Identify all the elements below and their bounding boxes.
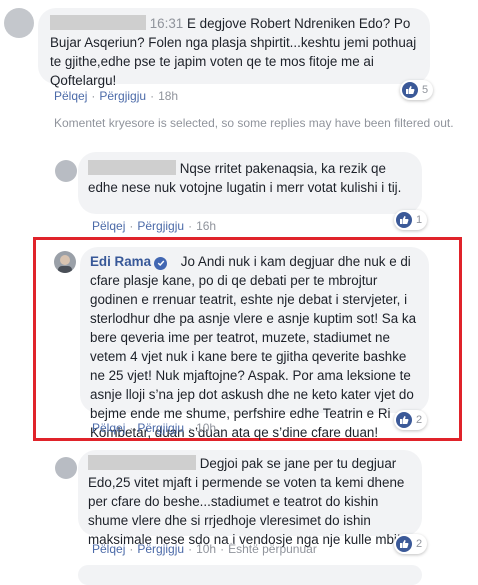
comment-actions: Pëlqej · Përgjigju · 18h bbox=[54, 89, 179, 103]
verified-badge-icon bbox=[154, 256, 168, 270]
redacted-author-name bbox=[50, 15, 146, 30]
reply-link[interactable]: Përgjigju bbox=[137, 542, 184, 556]
reaction-number: 5 bbox=[422, 84, 429, 96]
reply-age: 10h bbox=[196, 421, 217, 435]
face-silhouette-icon bbox=[58, 255, 72, 273]
thumbs-up-icon bbox=[396, 536, 412, 552]
author-name[interactable]: Edi Rama bbox=[90, 254, 151, 269]
author-avatar[interactable] bbox=[54, 251, 76, 273]
reply-actions: Pëlqej · Përgjigju · 16h bbox=[92, 219, 217, 233]
thumbs-up-icon bbox=[402, 82, 418, 98]
reply-link[interactable]: Përgjigju bbox=[137, 219, 184, 233]
reaction-count[interactable]: 1 bbox=[394, 210, 428, 230]
reply-avatar[interactable] bbox=[55, 160, 77, 182]
comment-age: 18h bbox=[158, 89, 179, 103]
filter-note: Komentet kryesore is selected, so some r… bbox=[54, 116, 454, 130]
thumbs-up-icon bbox=[396, 212, 412, 228]
reaction-count[interactable]: 2 bbox=[394, 534, 428, 554]
reply-actions: Pëlqej · Përgjigju · 10h · Është përpunuar bbox=[92, 542, 317, 556]
comment-time: 16:31 bbox=[149, 16, 184, 31]
reply-age: 10h bbox=[196, 542, 217, 556]
reaction-number: 2 bbox=[416, 538, 423, 550]
reply-bubble: Degjoi pak se jane per tu degjuar Edo,25… bbox=[78, 450, 422, 547]
redacted-author-name bbox=[88, 160, 176, 175]
reply-link[interactable]: Përgjigju bbox=[99, 89, 146, 103]
commenter-avatar[interactable] bbox=[4, 8, 34, 38]
reply-actions: Pëlqej · Përgjigju · 10h bbox=[92, 421, 217, 435]
reaction-number: 2 bbox=[416, 414, 423, 426]
reply-bubble: Nqse rritet pakenaqsia, ka rezik qe edhe… bbox=[78, 152, 422, 214]
like-link[interactable]: Pëlqej bbox=[54, 89, 87, 103]
redacted-author-name bbox=[88, 455, 196, 470]
like-link[interactable]: Pëlqej bbox=[92, 421, 125, 435]
reaction-count[interactable]: 2 bbox=[394, 410, 428, 430]
like-link[interactable]: Pëlqej bbox=[92, 542, 125, 556]
reaction-count[interactable]: 5 bbox=[400, 80, 434, 100]
reply-avatar[interactable] bbox=[55, 457, 77, 479]
thumbs-up-icon bbox=[396, 412, 412, 428]
reply-text: Jo Andi nuk i kam degjuar dhe nuk e di c… bbox=[90, 254, 417, 440]
reply-bubble-highlighted: Edi Rama Jo Andi nuk i kam degjuar dhe n… bbox=[80, 247, 429, 440]
reply-link[interactable]: Përgjigju bbox=[137, 421, 184, 435]
edited-label[interactable]: Është përpunuar bbox=[228, 542, 317, 556]
reaction-number: 1 bbox=[416, 214, 423, 226]
like-link[interactable]: Pëlqej bbox=[92, 219, 125, 233]
reply-age: 16h bbox=[196, 219, 217, 233]
reply-bubble-partial bbox=[78, 565, 422, 585]
comment-bubble: 16:31 E degjove Robert Ndreniken Edo? Po… bbox=[38, 8, 430, 88]
